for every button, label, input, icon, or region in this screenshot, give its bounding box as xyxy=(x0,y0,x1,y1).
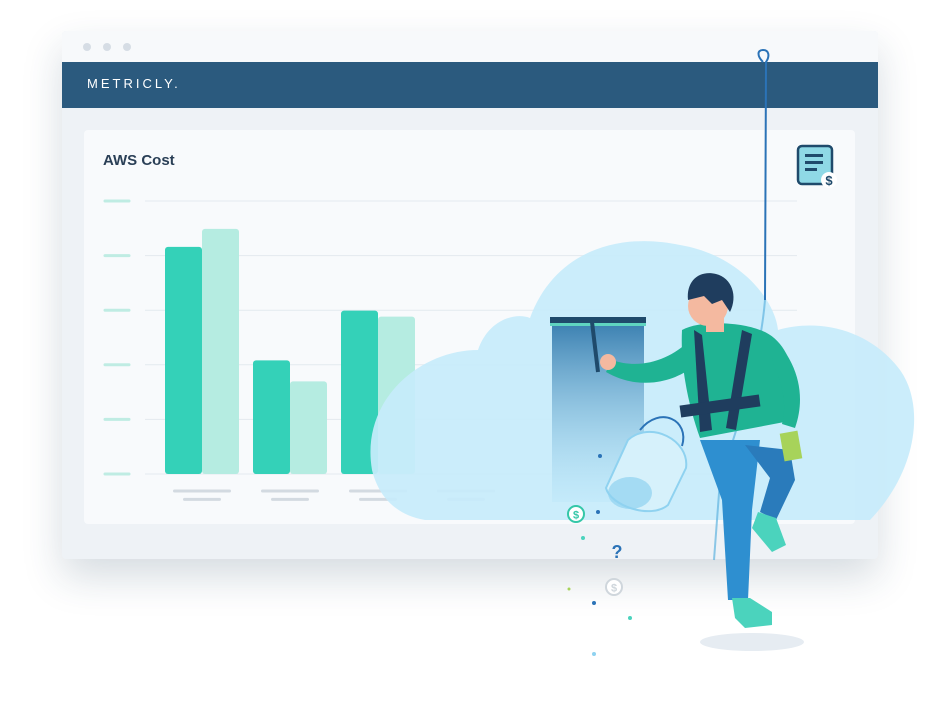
chart-and-illustration: $ $ ? xyxy=(103,48,915,656)
dollar-coin-icon: $ xyxy=(567,505,585,523)
dollar-coin-icon: $ xyxy=(605,578,623,596)
question-mark-icon: ? xyxy=(612,542,623,562)
bar-s1-c0[interactable] xyxy=(202,228,239,474)
bar-s0-c0[interactable] xyxy=(165,246,202,474)
svg-text:$: $ xyxy=(611,583,617,595)
svg-text:$: $ xyxy=(573,510,579,522)
bar-s1-c1[interactable] xyxy=(290,381,327,474)
bar-s0-c1[interactable] xyxy=(253,360,290,474)
